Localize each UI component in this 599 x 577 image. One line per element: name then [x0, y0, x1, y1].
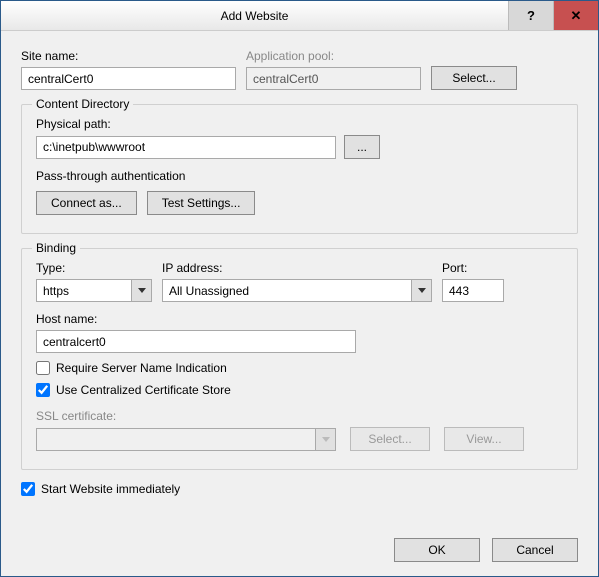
- titlebar: Add Website ? ✕: [1, 1, 598, 31]
- require-sni-label: Require Server Name Indication: [56, 361, 227, 375]
- start-immediately-checkbox[interactable]: [21, 482, 35, 496]
- content-directory-group: Content Directory Physical path: ... Pas…: [21, 104, 578, 234]
- cancel-button[interactable]: Cancel: [492, 538, 578, 562]
- app-pool-input: [246, 67, 421, 90]
- ssl-cert-select: [36, 428, 336, 451]
- app-pool-select-button[interactable]: Select...: [431, 66, 517, 90]
- close-button[interactable]: ✕: [553, 1, 598, 30]
- require-sni-checkbox[interactable]: [36, 361, 50, 375]
- ssl-view-button: View...: [444, 427, 524, 451]
- chevron-down-icon: [315, 429, 335, 450]
- site-name-label: Site name:: [21, 49, 236, 63]
- ssl-cert-label: SSL certificate:: [36, 409, 563, 423]
- add-website-dialog: Add Website ? ✕ Site name: Application p…: [0, 0, 599, 577]
- test-settings-button[interactable]: Test Settings...: [147, 191, 256, 215]
- titlebar-buttons: ? ✕: [508, 1, 598, 30]
- ip-address-label: IP address:: [162, 261, 432, 275]
- window-title: Add Website: [1, 9, 508, 23]
- host-name-input[interactable]: [36, 330, 356, 353]
- site-name-input[interactable]: [21, 67, 236, 90]
- content-directory-title: Content Directory: [32, 97, 133, 111]
- binding-group: Binding Type: IP address:: [21, 248, 578, 470]
- port-label: Port:: [442, 261, 504, 275]
- dialog-footer: OK Cancel: [394, 538, 578, 562]
- use-ccs-label: Use Centralized Certificate Store: [56, 383, 231, 397]
- use-ccs-checkbox[interactable]: [36, 383, 50, 397]
- port-input[interactable]: [442, 279, 504, 302]
- dialog-body: Site name: Application pool: Select... C…: [1, 31, 598, 506]
- pass-through-auth-label: Pass-through authentication: [36, 169, 563, 183]
- browse-path-button[interactable]: ...: [344, 135, 380, 159]
- help-button[interactable]: ?: [508, 1, 553, 30]
- ip-address-select[interactable]: [162, 279, 432, 302]
- physical-path-label: Physical path:: [36, 117, 563, 131]
- app-pool-label: Application pool:: [246, 49, 421, 63]
- ssl-select-button: Select...: [350, 427, 430, 451]
- binding-title: Binding: [32, 241, 80, 255]
- chevron-down-icon[interactable]: [131, 280, 151, 301]
- host-name-label: Host name:: [36, 312, 563, 326]
- start-immediately-label: Start Website immediately: [41, 482, 180, 496]
- physical-path-input[interactable]: [36, 136, 336, 159]
- connect-as-button[interactable]: Connect as...: [36, 191, 137, 215]
- ok-button[interactable]: OK: [394, 538, 480, 562]
- type-label: Type:: [36, 261, 152, 275]
- chevron-down-icon[interactable]: [411, 280, 431, 301]
